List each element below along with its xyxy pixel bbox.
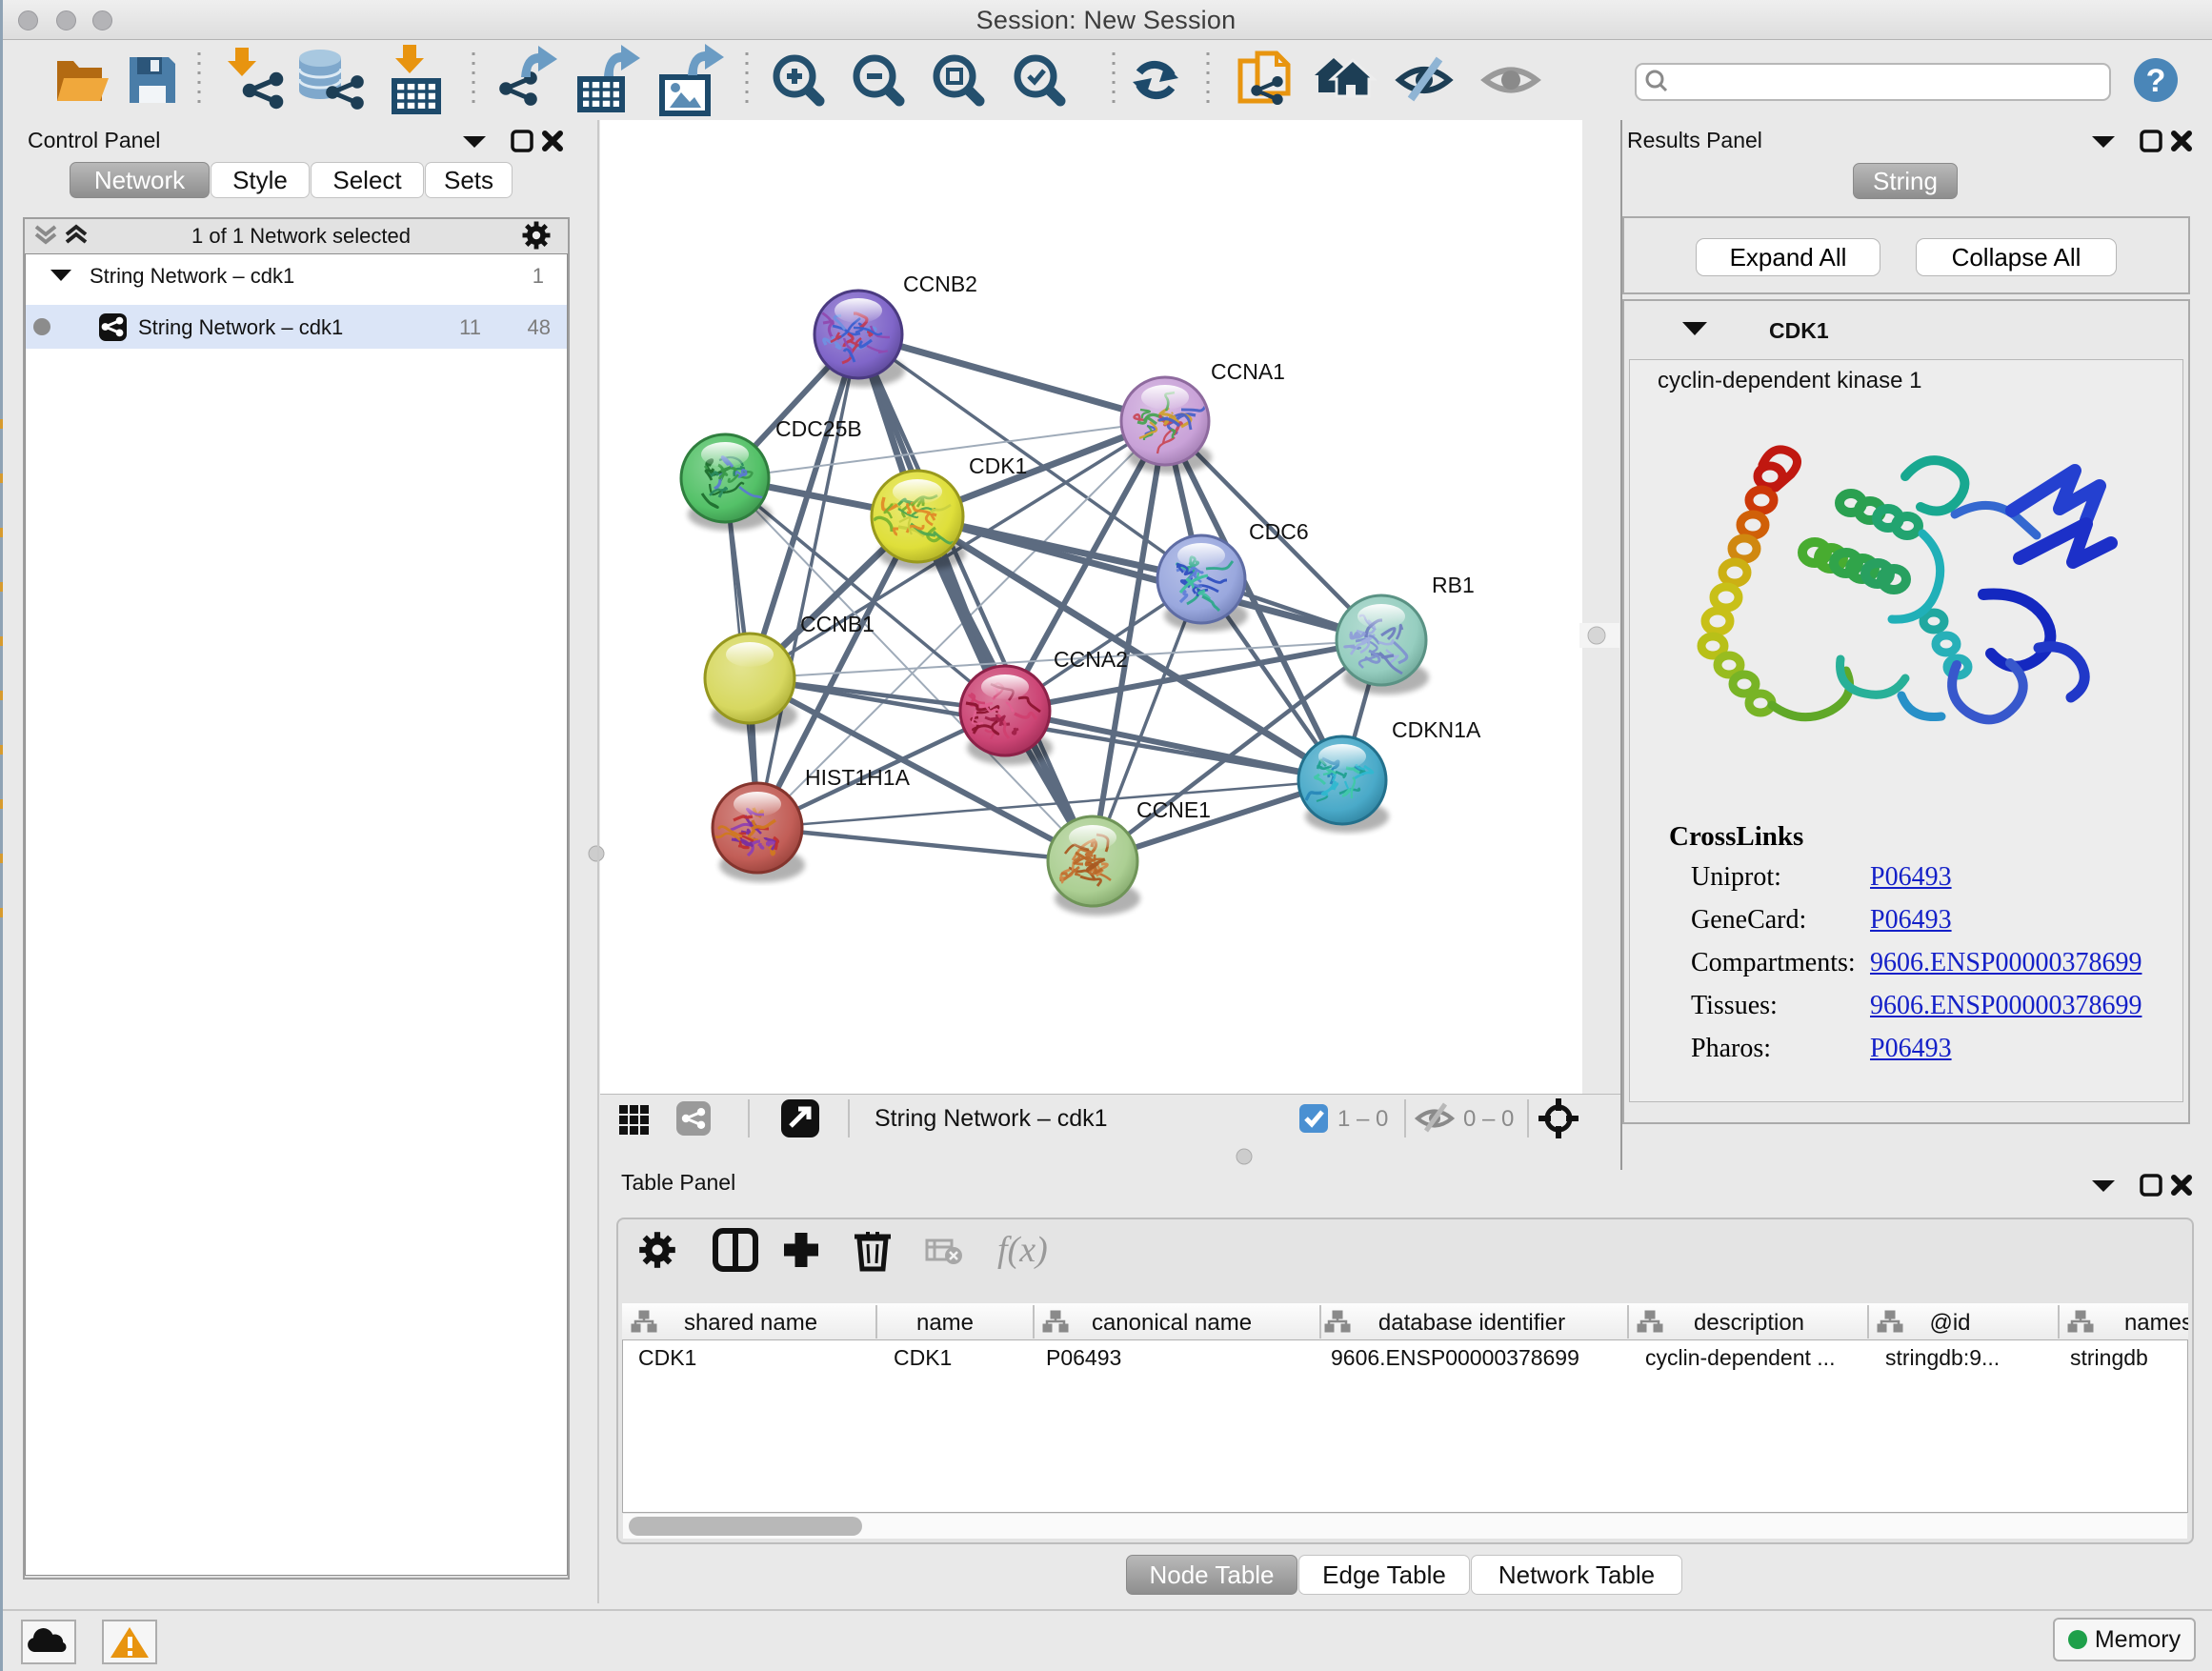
svg-text:CDK1: CDK1 [1769,318,1829,343]
svg-text:namespace: namespace [2124,1310,2188,1336]
svg-text:canonical name: canonical name [1092,1310,1252,1336]
svg-text:11: 11 [459,315,481,339]
svg-text:name: name [916,1310,974,1336]
svg-text:1 – 0: 1 – 0 [1337,1106,1388,1132]
svg-text:f(x): f(x) [997,1230,1048,1270]
svg-text:CDC25B: CDC25B [775,416,862,441]
svg-text:CCNE1: CCNE1 [1136,797,1211,822]
svg-text:CCNB1: CCNB1 [800,612,875,636]
svg-text:CDK1: CDK1 [969,453,1027,478]
svg-text:CCNA2: CCNA2 [1054,647,1128,672]
svg-text:description: description [1694,1310,1804,1336]
svg-text:CCNB2: CCNB2 [903,272,977,296]
svg-text:String Network – cdk1: String Network – cdk1 [90,264,294,288]
svg-text:CDC6: CDC6 [1249,519,1309,544]
svg-text:HIST1H1A: HIST1H1A [805,765,911,790]
svg-text:0 – 0: 0 – 0 [1463,1106,1514,1132]
svg-text:48: 48 [528,315,551,339]
svg-text:String Network – cdk1: String Network – cdk1 [138,315,343,339]
svg-text:@id: @id [1929,1310,1970,1336]
svg-text:database identifier: database identifier [1378,1310,1565,1336]
svg-text:1 of 1 Network selected: 1 of 1 Network selected [191,224,411,248]
svg-text:String Network – cdk1: String Network – cdk1 [875,1105,1108,1132]
svg-text:?: ? [2146,63,2166,99]
svg-text:RB1: RB1 [1432,573,1475,597]
svg-text:CDKN1A: CDKN1A [1392,717,1481,742]
svg-text:CCNA1: CCNA1 [1211,359,1285,384]
svg-text:1: 1 [533,264,544,288]
svg-text:shared name: shared name [684,1310,817,1336]
